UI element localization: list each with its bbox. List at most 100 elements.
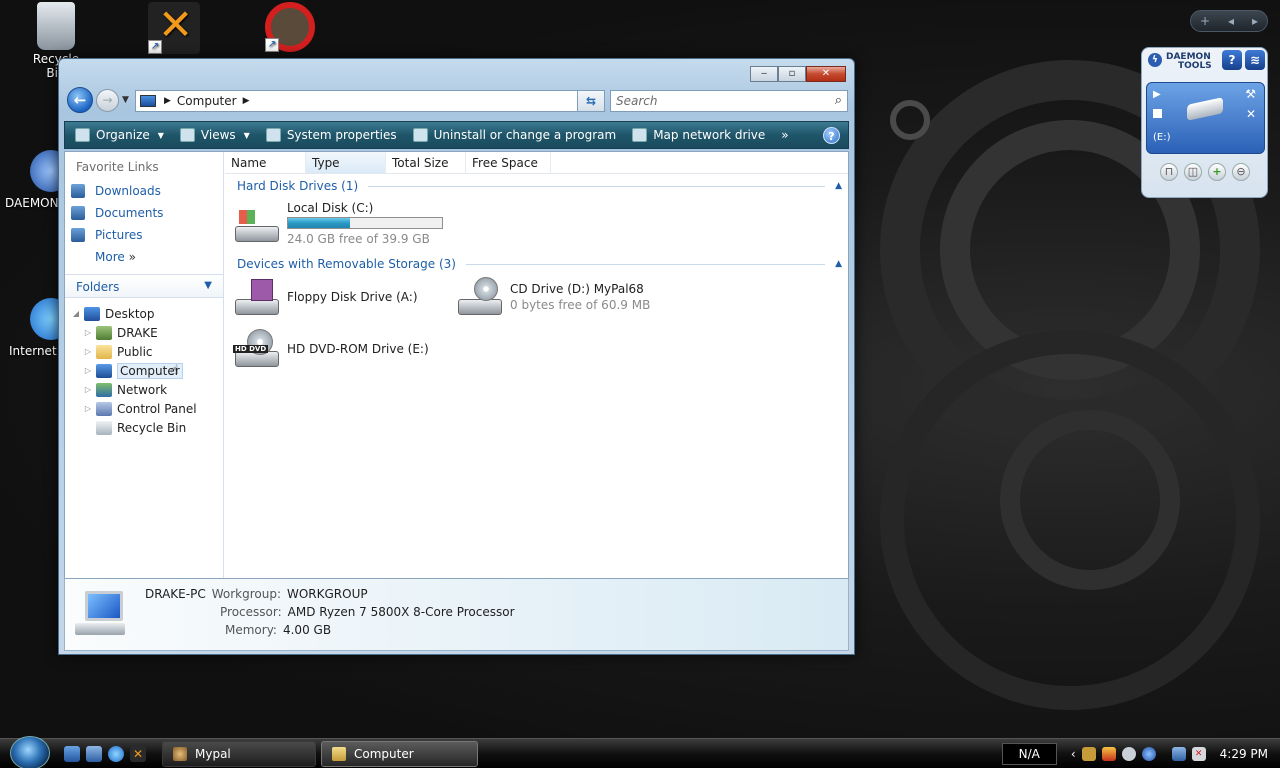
group-header-hard-disk-drives[interactable]: Hard Disk Drives (1) ▲ [237,178,842,194]
address-segment[interactable]: Computer [177,94,237,108]
column-header-name[interactable]: Name [225,152,306,173]
user-folder-icon [96,325,112,340]
refresh-button[interactable]: ⇆ [577,90,605,112]
organize-label: Organize [96,128,150,142]
taskbar-button-mypal[interactable]: Mypal [162,741,316,767]
mount-image-icon[interactable]: ◫ [1184,163,1202,181]
drive-item-e[interactable]: HD DVD HD DVD-ROM Drive (E:) [233,329,429,369]
favorite-link-pictures[interactable]: Pictures [65,224,223,246]
add-gadget-icon[interactable]: + [1200,14,1210,28]
taskbar-button-computer[interactable]: Computer [321,741,478,767]
details-processor-row: Processor: AMD Ryzen 7 5800X 8-Core Proc… [220,605,515,619]
help-button[interactable]: ? [1222,50,1242,70]
favorite-links-heading: Favorite Links [76,160,159,174]
maximize-button[interactable]: ▫ [778,66,806,82]
address-bar[interactable]: ▶ Computer ▶ ▼ [135,90,603,112]
logo-line: TOOLS [1178,61,1212,71]
group-title: Devices with Removable Storage (3) [237,257,456,271]
more-links-button[interactable]: More » [65,246,223,264]
hard-drive-icon [233,204,281,244]
updates-icon[interactable] [1121,747,1136,761]
shortcut-arrow-icon: ↗ [265,38,279,52]
desktop-icon-label: DAEMON Tools Lite [5,196,60,210]
previous-icon[interactable]: ◂ [1228,14,1234,28]
daemon-tools-tray-icon[interactable] [1141,747,1156,761]
switch-windows-icon[interactable] [86,746,102,762]
rss-icon[interactable]: ≋ [1245,50,1265,70]
computer-name: DRAKE-PC [145,587,206,601]
drive-free-space: 0 bytes free of 60.9 MB [510,298,651,312]
unmount-x-icon[interactable]: ✕ [1246,107,1256,121]
lock-icon[interactable]: ⊓ [1160,163,1178,181]
start-button[interactable] [10,736,50,768]
expand-arrow-icon[interactable]: ▷ [83,347,93,356]
collapse-arrow-icon[interactable]: ◢ [71,309,81,318]
recent-pages-dropdown-icon[interactable]: ▼ [122,95,129,105]
desktop-icon-noentry[interactable]: ↗ [258,2,322,54]
group-header-removable-storage[interactable]: Devices with Removable Storage (3) ▲ [237,256,842,272]
remove-drive-icon[interactable]: ⊖ [1232,163,1250,181]
tray-app-icon[interactable] [1081,747,1096,761]
tree-item-drake[interactable]: ▷ DRAKE [65,323,223,342]
desktop-icon-daemon[interactable]: DAEMON Tools Lite [2,150,60,210]
network-status-icon[interactable] [1171,747,1186,761]
chat-icon[interactable]: ✕ [130,746,146,762]
more-commands-button[interactable]: » [781,128,788,142]
virtual-drive-panel[interactable]: ▶ ⚒ ✕ (E:) [1146,82,1265,154]
favorite-link-documents[interactable]: Documents [65,202,223,224]
play-icon[interactable]: ▶ [1153,89,1161,100]
tree-item-recycle-bin[interactable]: Recycle Bin [65,418,223,437]
tree-item-label: Network [117,382,168,397]
tree-item-desktop[interactable]: ◢ Desktop [65,304,223,323]
chevron-right-icon[interactable]: ▶ [164,96,171,106]
search-icon[interactable]: ⌕ [835,93,842,108]
tree-item-public[interactable]: ▷ Public [65,342,223,361]
stop-icon[interactable] [1153,109,1162,118]
memory-label: Memory: [225,623,277,637]
clock[interactable]: 4:29 PM [1220,747,1268,761]
next-icon[interactable]: ▸ [1252,14,1258,28]
map-network-drive-button[interactable]: Map network drive [632,128,765,142]
views-button[interactable]: Views ▼ [179,128,250,142]
uninstall-program-button[interactable]: Uninstall or change a program [412,128,616,142]
drive-free-space: 24.0 GB free of 39.9 GB [287,232,430,246]
expand-arrow-icon[interactable]: ▷ [83,366,93,375]
expand-arrow-icon[interactable]: ▷ [83,328,93,337]
organize-button[interactable]: Organize ▼ [75,128,164,142]
system-properties-button[interactable]: System properties [265,128,397,142]
tree-item-control-panel[interactable]: ▷ Control Panel [65,399,223,418]
drive-item-a[interactable]: Floppy Disk Drive (A:) [233,277,418,317]
close-button[interactable]: ✕ [806,66,846,82]
back-button[interactable]: ← [67,87,93,113]
tree-item-computer[interactable]: ▷ Computer ☝ [65,361,223,380]
chevron-right-icon[interactable]: ▶ [243,96,250,106]
drive-item-d[interactable]: CD Drive (D:) MyPal68 0 bytes free of 60… [456,277,650,317]
expand-arrow-icon[interactable]: ▷ [83,404,93,413]
collapse-group-icon[interactable]: ▲ [835,181,842,191]
language-indicator[interactable]: N/A [1001,743,1057,765]
wrench-icon[interactable]: ⚒ [1245,87,1256,101]
minimize-button[interactable]: ‒ [750,66,778,82]
volume-muted-icon[interactable]: ✕ [1191,747,1206,761]
column-header-type[interactable]: Type [306,152,386,173]
column-header-total-size[interactable]: Total Size [386,152,466,173]
virtual-drive-icon [1187,97,1223,121]
collapse-group-icon[interactable]: ▲ [835,259,842,269]
add-drive-icon[interactable]: + [1208,163,1226,181]
help-icon[interactable]: ? [823,127,840,144]
favorite-link-downloads[interactable]: Downloads [65,180,223,202]
desktop-icon-internet-explorer[interactable]: Internet Explorer [2,298,58,358]
search-input[interactable]: Search ⌕ [610,90,848,112]
column-header-free-space[interactable]: Free Space [466,152,551,173]
internet-explorer-icon[interactable] [108,746,124,762]
drive-item-c[interactable]: Local Disk (C:) 24.0 GB free of 39.9 GB [233,200,443,247]
folders-header[interactable]: Folders ▼ [65,274,223,298]
security-shield-icon[interactable] [1101,747,1116,761]
expand-arrow-icon[interactable]: ▷ [83,385,93,394]
more-label: More [95,250,125,264]
show-desktop-icon[interactable] [64,746,80,762]
tree-item-network[interactable]: ▷ Network [65,380,223,399]
forward-button[interactable]: → [96,89,119,112]
desktop-icon-chat[interactable]: ✕ ↗ [142,2,206,56]
show-hidden-icons-icon[interactable]: ‹ [1071,747,1076,761]
